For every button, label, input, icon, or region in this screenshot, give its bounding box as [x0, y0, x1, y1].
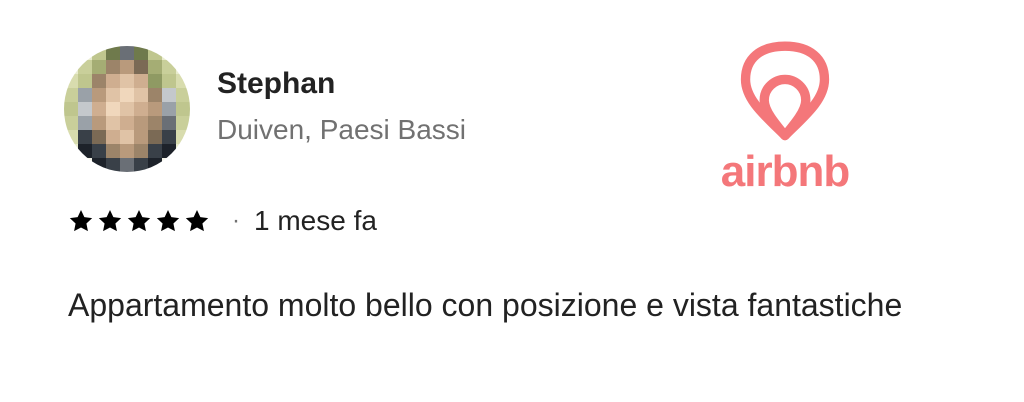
reviewer-name[interactable]: Stephan — [217, 67, 335, 101]
airbnb-wordmark: airbnb — [720, 147, 850, 196]
review-text: Appartamento molto bello con posizione e… — [68, 287, 903, 323]
airbnb-logo: airbnb — [712, 40, 858, 196]
star-icon — [69, 209, 93, 232]
star-icon — [185, 209, 209, 232]
star-icon — [127, 209, 151, 232]
airbnb-logo-icon — [740, 41, 830, 141]
avatar[interactable] — [64, 46, 190, 172]
rating-separator: · — [232, 207, 240, 234]
star-icon — [98, 209, 122, 232]
rating-row: · 1 mese fa — [68, 201, 377, 241]
star-rating — [68, 208, 210, 234]
review-date: 1 mese fa — [254, 205, 377, 236]
reviewer-location: Duiven, Paesi Bassi — [217, 114, 467, 145]
star-icon — [156, 209, 180, 232]
